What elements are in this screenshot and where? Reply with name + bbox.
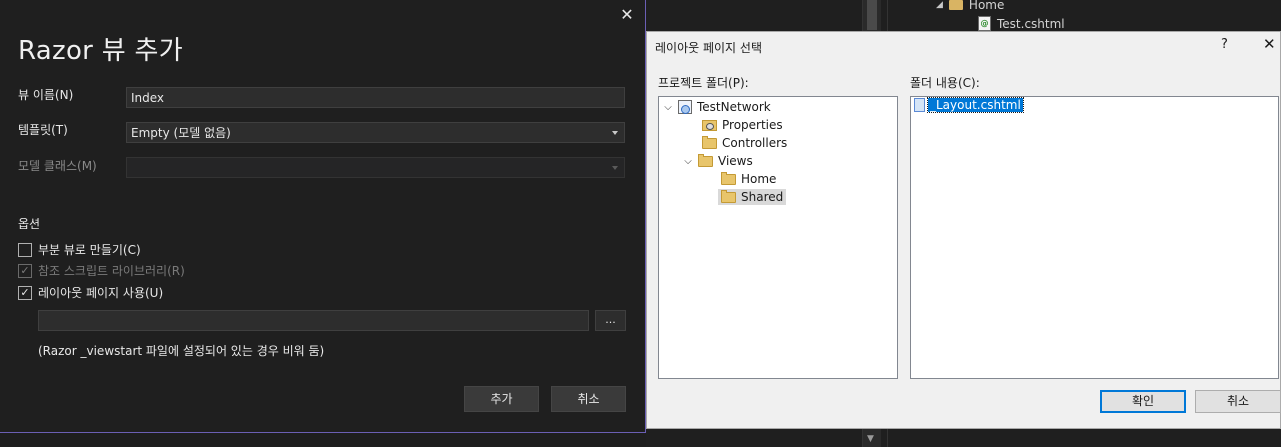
cancel-button[interactable]: 취소 bbox=[1195, 390, 1281, 413]
folder-icon bbox=[721, 189, 736, 203]
view-name-label: 뷰 이름(N) bbox=[18, 88, 74, 102]
tree-item-home[interactable]: Home bbox=[721, 171, 776, 187]
cancel-button[interactable]: 취소 bbox=[551, 386, 626, 412]
tree-item-label: TestNetwork bbox=[697, 100, 771, 114]
folder-contents-list[interactable]: _Layout.cshtml bbox=[910, 96, 1279, 379]
template-select-value: Empty (모델 없음) bbox=[131, 126, 231, 140]
tree-item-label: Views bbox=[718, 154, 753, 168]
add-razor-view-dialog: ✕ Razor 뷰 추가 뷰 이름(N) Index 템플릿(T) Empty … bbox=[0, 0, 646, 433]
chevron-down-icon[interactable]: ⌵ bbox=[663, 102, 673, 113]
model-class-select[interactable] bbox=[126, 157, 625, 178]
properties-folder-icon bbox=[702, 119, 717, 131]
partial-view-checkbox[interactable] bbox=[18, 242, 32, 257]
template-label: 템플릿(T) bbox=[18, 123, 68, 137]
ok-button[interactable]: 확인 bbox=[1100, 390, 1186, 413]
tree-item-testnetwork[interactable]: ⌵ TestNetwork bbox=[663, 99, 771, 115]
folder-icon bbox=[948, 0, 963, 10]
chevron-down-icon bbox=[612, 130, 618, 135]
select-layout-page-dialog: 레이아웃 페이지 선택 ? ✕ 프로젝트 폴더(P): 폴더 내용(C): ⌵ … bbox=[646, 31, 1281, 429]
view-name-input[interactable]: Index bbox=[126, 87, 625, 108]
tree-item-label: Home bbox=[968, 0, 1005, 12]
cshtml-file-icon: @ bbox=[978, 16, 991, 31]
browse-button[interactable]: ... bbox=[595, 310, 626, 331]
tree-item-controllers[interactable]: Controllers bbox=[702, 135, 787, 151]
file-item-layout[interactable]: _Layout.cshtml bbox=[914, 97, 1024, 113]
use-layout-checkbox[interactable]: ✓ bbox=[18, 285, 32, 300]
file-item-label: _Layout.cshtml bbox=[927, 97, 1024, 113]
option-partial-view[interactable]: 부분 뷰로 만들기(C) bbox=[18, 241, 141, 258]
option-reference-scripts[interactable]: ✓ 참조 스크립트 라이브러리(R) bbox=[18, 262, 185, 279]
layout-path-input[interactable] bbox=[38, 310, 589, 331]
file-icon bbox=[914, 98, 925, 112]
option-use-layout[interactable]: ✓ 레이아웃 페이지 사용(U) bbox=[18, 284, 163, 301]
help-icon[interactable]: ? bbox=[1221, 37, 1228, 52]
option-label: 부분 뷰로 만들기(C) bbox=[38, 243, 141, 257]
background-tree-item-home[interactable]: ◢ Home bbox=[936, 0, 1004, 12]
close-icon[interactable]: ✕ bbox=[618, 6, 636, 24]
add-button[interactable]: 추가 bbox=[464, 386, 539, 412]
scroll-down-arrow-icon[interactable]: ▼ bbox=[867, 434, 874, 444]
expanded-triangle-icon: ◢ bbox=[936, 0, 943, 10]
tree-item-label: Properties bbox=[722, 118, 783, 132]
model-class-label: 모델 클래스(M) bbox=[18, 159, 97, 173]
reference-scripts-checkbox[interactable]: ✓ bbox=[18, 263, 32, 278]
option-label: 참조 스크립트 라이브러리(R) bbox=[38, 264, 185, 278]
options-section-title: 옵션 bbox=[18, 217, 41, 231]
dialog-title: 레이아웃 페이지 선택 bbox=[655, 41, 762, 55]
tree-item-label: Home bbox=[741, 172, 777, 186]
option-label: 레이아웃 페이지 사용(U) bbox=[38, 286, 164, 300]
tree-item-label: Controllers bbox=[722, 136, 788, 150]
tree-item-shared[interactable]: Shared bbox=[718, 189, 787, 205]
tree-item-label: Shared bbox=[741, 190, 784, 204]
scrollbar-thumb[interactable] bbox=[867, 0, 877, 30]
project-icon bbox=[678, 100, 692, 114]
template-select[interactable]: Empty (모델 없음) bbox=[126, 122, 625, 143]
project-folder-tree[interactable]: ⌵ TestNetwork Properties Controllers ⌵ V… bbox=[658, 96, 898, 379]
background-tree-item-test-cshtml[interactable]: @ Test.cshtml bbox=[978, 16, 1065, 31]
dialog-title: Razor 뷰 추가 bbox=[18, 36, 183, 66]
layout-hint-text: (Razor _viewstart 파일에 설정되어 있는 경우 비워 둠) bbox=[38, 344, 325, 358]
project-folders-label: 프로젝트 폴더(P): bbox=[658, 76, 749, 90]
folder-icon bbox=[702, 135, 717, 149]
tree-item-views[interactable]: ⌵ Views bbox=[683, 153, 753, 169]
folder-icon bbox=[698, 153, 713, 167]
chevron-down-icon[interactable]: ⌵ bbox=[683, 156, 693, 167]
folder-contents-label: 폴더 내용(C): bbox=[910, 76, 980, 90]
tree-item-properties[interactable]: Properties bbox=[702, 117, 783, 133]
close-icon[interactable]: ✕ bbox=[1263, 35, 1276, 53]
folder-icon bbox=[721, 171, 736, 185]
tree-item-label: Test.cshtml bbox=[997, 16, 1065, 31]
chevron-down-icon bbox=[612, 165, 618, 170]
